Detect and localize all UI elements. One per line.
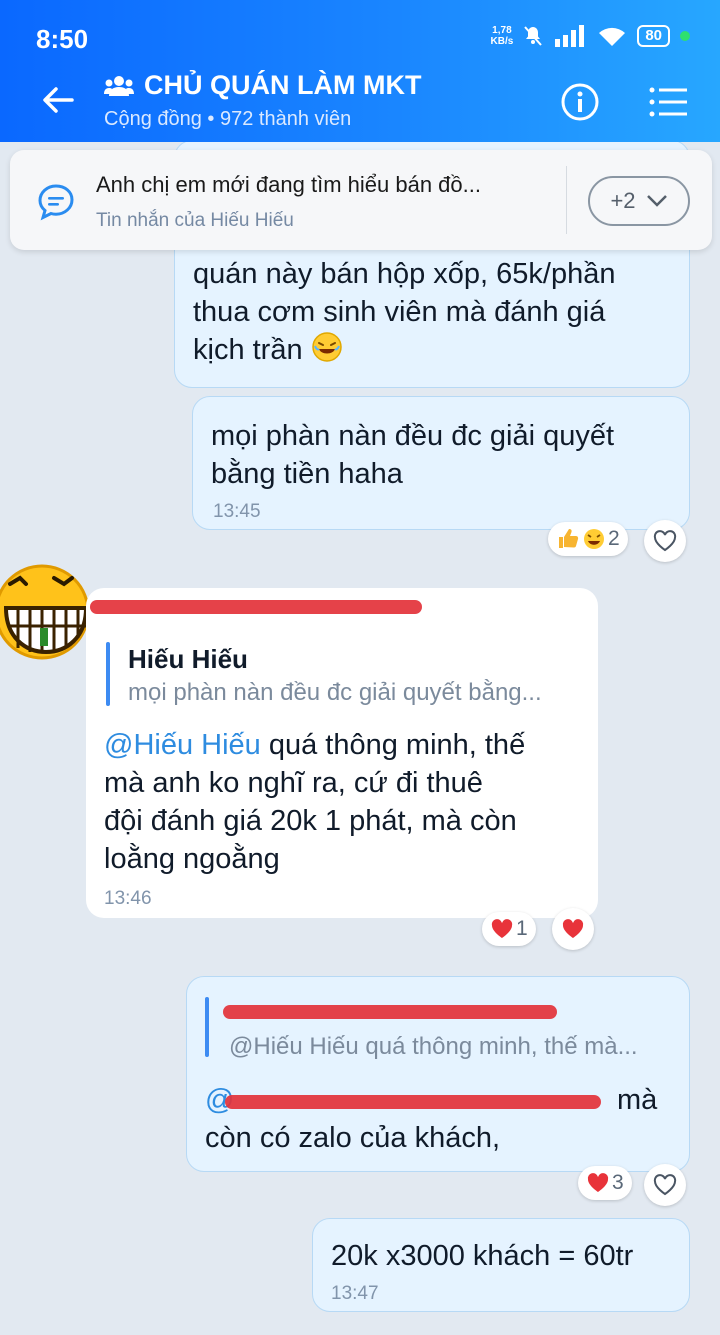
message-text: 20k x3000 khách = 60tr (331, 1240, 634, 1272)
status-bar: 8:50 1,78 KB/s 80 (0, 0, 720, 70)
outgoing-message-bubble[interactable]: mọi phàn nàn đều đc giải quyết bằng tiền… (192, 396, 690, 530)
group-title[interactable]: CHỦ QUÁN LÀM MKT (104, 70, 421, 101)
message-text: @ mà còn có zalo của khách, (205, 1084, 658, 1154)
chevron-down-icon (646, 195, 667, 207)
battery-indicator: 80 (637, 25, 670, 47)
menu-list-icon[interactable] (648, 84, 688, 120)
reaction-summary[interactable]: 2 (548, 522, 628, 556)
status-icons: 1,78 KB/s 80 (491, 24, 690, 48)
heart-react-button[interactable] (644, 1164, 686, 1206)
pinned-sender: Tin nhắn của Hiếu Hiếu (96, 210, 294, 231)
signal-icon (555, 25, 585, 47)
net-speed: 1,78 KB/s (490, 25, 514, 47)
redacted-quote-sender (223, 1005, 557, 1019)
heart-filled-icon (587, 1173, 609, 1192)
message-time: 13:46 (104, 888, 152, 909)
incoming-message-bubble[interactable]: Hiếu Hiếu mọi phàn nàn đều đc giải quyết… (86, 588, 598, 918)
pinned-divider (566, 166, 567, 234)
mute-icon (524, 26, 543, 46)
heart-outline-icon (653, 1174, 677, 1196)
pinned-message-bar[interactable]: Anh chị em mới đang tìm hiểu bán đồ... T… (10, 150, 712, 250)
message-text: quán này bán hộp xốp, 65k/phần thua cơm … (193, 258, 616, 366)
back-arrow-icon[interactable] (38, 80, 78, 120)
redacted-mention (225, 1095, 601, 1109)
reaction-summary[interactable]: 3 (578, 1166, 632, 1200)
thumbs-up-icon (559, 529, 579, 548)
outgoing-message-bubble[interactable]: 20k x3000 khách = 60tr 13:47 (312, 1218, 690, 1312)
wifi-icon (599, 27, 626, 46)
chat-bubble-icon (38, 184, 74, 221)
sender-avatar-grin-emoji[interactable] (0, 556, 90, 660)
status-dot (680, 31, 690, 41)
pinned-more-button[interactable]: +2 (588, 176, 690, 226)
message-time: 13:45 (213, 501, 261, 522)
quote-preview-text: mọi phàn nàn đều đc giải quyết bằng... (128, 679, 542, 706)
info-icon[interactable] (560, 82, 600, 122)
quote-preview-text: @Hiếu Hiếu quá thông minh, thế mà... (229, 1033, 638, 1060)
message-text: @Hiếu Hiếu quá thông minh, thế mà anh ko… (104, 729, 526, 875)
redacted-sender-name (90, 600, 422, 614)
quote-bar (205, 997, 209, 1057)
heart-filled-icon (562, 919, 584, 938)
community-icon (104, 75, 134, 96)
outgoing-message-bubble[interactable]: @Hiếu Hiếu quá thông minh, thế mà... @ m… (186, 976, 690, 1172)
message-text: mọi phàn nàn đều đc giải quyết bằng tiền… (211, 420, 615, 490)
heart-outline-icon (653, 530, 677, 552)
reaction-summary[interactable]: 1 (482, 912, 536, 946)
laughing-emoji-icon (584, 529, 604, 549)
quote-sender-name: Hiếu Hiếu (128, 644, 248, 674)
status-time: 8:50 (36, 24, 89, 54)
group-subtitle: Cộng đồng • 972 thành viên (104, 108, 352, 130)
heart-react-button[interactable] (644, 520, 686, 562)
heart-react-button[interactable] (552, 908, 594, 950)
heart-filled-icon (491, 919, 513, 938)
laughing-emoji-icon (311, 332, 342, 362)
pinned-text: Anh chị em mới đang tìm hiểu bán đồ... (96, 172, 481, 197)
message-time: 13:47 (331, 1283, 379, 1304)
chat-header: 8:50 1,78 KB/s 80 CHỦ QUÁN LÀM MKT Cộng đ… (0, 0, 720, 142)
quote-bar (106, 642, 110, 706)
user-mention[interactable]: @Hiếu Hiếu (104, 729, 261, 761)
